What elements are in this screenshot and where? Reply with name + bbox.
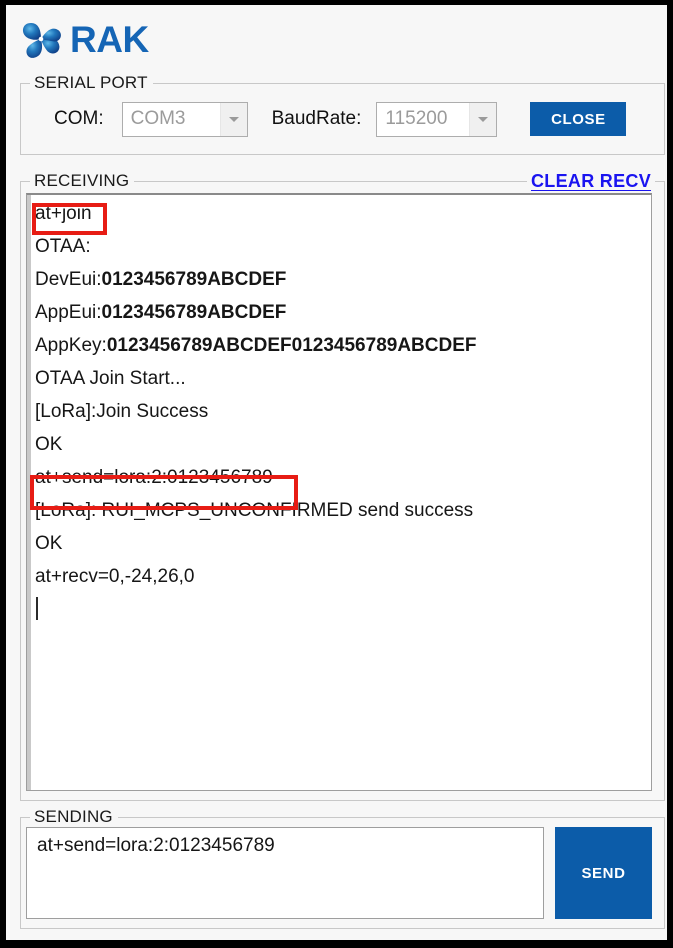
receiving-log-line [35,593,647,626]
receiving-log-line: OTAA: [35,236,91,257]
receiving-log-textarea[interactable]: at+join OTAA: DevEui:0123456789ABCDEF AppEu… [26,193,652,791]
com-label: COM: [54,108,104,129]
window-client-area: RAK SERIAL PORT COM: COM3 BaudRate: 1152… [6,5,667,940]
serial-port-group: SERIAL PORT COM: COM3 BaudRate: 115200 C… [20,73,665,155]
clear-recv-link[interactable]: CLEAR RECV [527,171,656,192]
log-line-value: 0123456789ABCDEF0123456789ABCDEF [106,335,477,356]
chevron-down-icon [469,102,497,136]
com-port-value: COM3 [130,108,186,129]
brand-name: RAK [70,18,149,60]
receiving-log-line: at+send=lora:2:0123456789 [35,467,273,488]
receiving-log-line: AppKey:0123456789ABCDEF0123456789ABCDEF [35,329,647,362]
log-line-value: 0123456789ABCDEF [101,269,287,290]
app-logo: RAK [18,11,149,67]
receiving-log-line: DevEui:0123456789ABCDEF [35,263,647,296]
log-line-label: AppKey: [35,335,107,356]
baudrate-value: 115200 [385,108,448,129]
receiving-log-line: at+recv=0,-24,26,0 [35,566,195,587]
sending-command-input[interactable]: at+send=lora:2:0123456789 [26,827,544,919]
close-port-button[interactable]: CLOSE [530,102,627,136]
chevron-down-icon [219,102,247,136]
receiving-log-line: [LoRa]: RUI_MCPS_UNCONFIRMED send succes… [35,500,474,521]
receiving-log-line: AppEui:0123456789ABCDEF [35,296,647,329]
baudrate-select[interactable]: 115200 [376,101,498,137]
rak-pinwheel-logo-icon [22,23,61,58]
baudrate-label: BaudRate: [271,108,362,129]
sending-legend: SENDING [30,807,118,827]
receiving-log-line: OK [35,533,63,554]
receiving-legend: RECEIVING [30,171,135,191]
serial-port-controls-row: COM: COM3 BaudRate: 115200 CLOSE [21,84,664,154]
log-line-label: DevEui: [35,269,102,290]
log-line-label: AppEui: [35,302,102,323]
receiving-log-line: at+join [35,203,92,224]
receiving-log-lines: at+join OTAA: DevEui:0123456789ABCDEF AppEu… [35,197,647,626]
receiving-left-gutter [27,195,31,790]
log-line-value: 0123456789ABCDEF [101,302,287,323]
application-window: RAK SERIAL PORT COM: COM3 BaudRate: 1152… [0,0,673,948]
receiving-log-line: OTAA Join Start... [35,368,186,389]
receiving-log-line: OK [35,434,63,455]
send-button[interactable]: SEND [555,827,652,919]
receiving-log-line: [LoRa]:Join Success [35,401,209,422]
com-port-select[interactable]: COM3 [121,101,248,137]
text-caret [36,597,38,620]
